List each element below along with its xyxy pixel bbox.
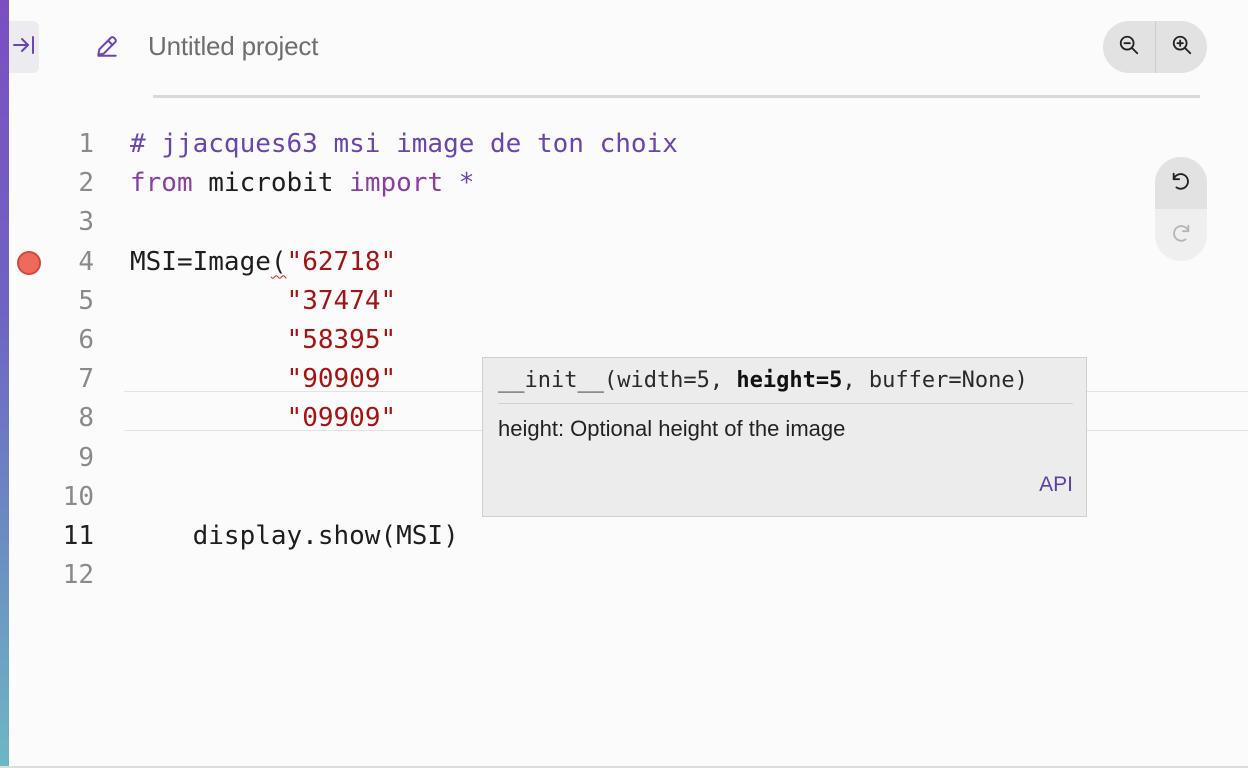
zoom-out-icon xyxy=(1118,34,1140,61)
api-link[interactable]: API xyxy=(1039,473,1073,497)
code-token: ( xyxy=(270,246,287,277)
pencil-icon xyxy=(94,33,120,64)
signature-help-popup: __init__(width=5, height=5, buffer=None)… xyxy=(482,357,1087,517)
code-text: "58395" xyxy=(130,321,397,360)
code-token: from xyxy=(130,168,193,199)
line-number[interactable]: 11 xyxy=(40,517,94,556)
code-line[interactable]: 11 display.show(MSI) xyxy=(0,517,1248,556)
signature-prefix: __init__(width=5, xyxy=(498,368,737,393)
line-number[interactable]: 9 xyxy=(40,439,94,478)
expand-sidebar-button[interactable] xyxy=(9,21,39,73)
collapse-sidebar-icon xyxy=(12,33,36,62)
line-number[interactable]: 12 xyxy=(40,556,94,595)
signature-line: __init__(width=5, height=5, buffer=None) xyxy=(498,366,1073,404)
project-name[interactable]: Untitled project xyxy=(148,31,318,62)
code-token: * xyxy=(443,168,475,199)
code-token: import xyxy=(349,168,444,199)
signature-suffix: , buffer=None) xyxy=(842,368,1028,393)
code-text: "37474" xyxy=(130,282,397,321)
code-text: # jjacques63 msi image de ton choix xyxy=(130,125,678,164)
zoom-controls xyxy=(1103,21,1207,73)
code-token: display.show(MSI) xyxy=(130,520,459,551)
line-number[interactable]: 10 xyxy=(40,478,94,517)
line-number[interactable]: 8 xyxy=(40,399,94,438)
code-token: microbit xyxy=(192,168,350,199)
signature-doc: height: Optional height of the image xyxy=(498,416,846,441)
code-line[interactable]: 5 "37474" xyxy=(0,282,1248,321)
code-token: # jjacques63 msi image de ton choix xyxy=(130,129,678,159)
header-divider xyxy=(153,95,1200,98)
code-token: MSI=Image xyxy=(130,246,271,277)
code-text: MSI=Image("62718" xyxy=(130,243,396,282)
code-text: display.show(MSI) xyxy=(130,517,459,556)
code-token: "37474" xyxy=(286,285,397,316)
line-number[interactable]: 3 xyxy=(40,203,94,242)
line-number[interactable]: 6 xyxy=(40,321,94,360)
undo-icon xyxy=(1170,170,1192,197)
code-line[interactable]: 4 MSI=Image("62718" xyxy=(0,243,1248,282)
code-text: "90909" xyxy=(130,360,397,399)
code-token: "90909" xyxy=(286,364,397,395)
code-line[interactable]: 3 xyxy=(0,203,1248,242)
zoom-in-button[interactable] xyxy=(1155,21,1207,73)
code-line[interactable]: 6 "58395" xyxy=(0,321,1248,360)
history-controls xyxy=(1155,157,1207,261)
line-number[interactable]: 7 xyxy=(40,360,94,399)
redo-icon xyxy=(1170,222,1192,249)
code-line[interactable]: 1 # jjacques63 msi image de ton choix xyxy=(0,125,1248,164)
edit-project-name-button[interactable] xyxy=(92,33,122,63)
line-number[interactable]: 5 xyxy=(40,282,94,321)
line-number[interactable]: 2 xyxy=(40,164,94,203)
code-text: "09909" xyxy=(130,399,397,438)
code-text: from microbit import * xyxy=(130,164,474,203)
zoom-out-button[interactable] xyxy=(1103,21,1155,73)
code-line[interactable]: 2 from microbit import * xyxy=(0,164,1248,203)
redo-button[interactable] xyxy=(1155,209,1207,261)
code-token: "62718" xyxy=(286,246,397,277)
breakpoint-icon[interactable] xyxy=(17,250,41,275)
zoom-in-icon xyxy=(1171,34,1193,61)
signature-active-param: height=5 xyxy=(736,368,843,393)
line-number[interactable]: 4 xyxy=(40,243,94,282)
code-line[interactable]: 12 xyxy=(0,556,1248,595)
undo-button[interactable] xyxy=(1155,157,1207,209)
line-number[interactable]: 1 xyxy=(40,125,94,164)
code-token: "09909" xyxy=(286,403,397,434)
code-token: "58395" xyxy=(286,324,397,355)
